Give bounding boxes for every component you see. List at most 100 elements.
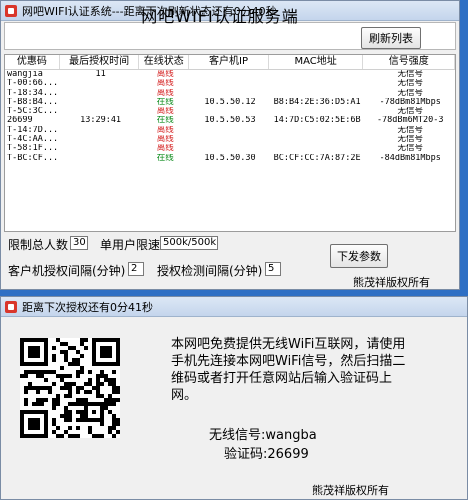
table-cell-ip: [189, 89, 269, 98]
table-cell-code: T-00:66...: [7, 79, 59, 89]
table-cell-mac: [269, 107, 364, 116]
table-cell-signal: 无信号: [397, 79, 423, 89]
send-params-button[interactable]: 下发参数: [330, 244, 388, 268]
table-cell-time: [60, 79, 140, 88]
verification-code-text: 验证码:26699: [224, 447, 309, 462]
description-text: 本网吧免费提供无线WiFi互联网，请使用手机先连接本网吧WiFi信号，然后扫描二…: [171, 337, 406, 403]
table-cell-time: [60, 154, 140, 163]
table-cell-code: T-5C:3C...: [7, 107, 59, 117]
table-cell-status: 离线: [156, 125, 174, 135]
table-cell-mac: [269, 126, 364, 135]
table-cell-ip: [189, 79, 269, 88]
table-cell-signal: 无信号: [397, 135, 423, 145]
single-limit-input[interactable]: 500k/500k: [160, 236, 218, 250]
table-cell-ip: [189, 144, 269, 153]
client-titlebar[interactable]: 距离下次授权还有0分41秒: [1, 297, 467, 317]
table-cell-time: [60, 144, 140, 153]
table-cell-status: 在线: [156, 97, 174, 107]
app-icon: [5, 300, 17, 313]
app-icon: [5, 4, 17, 17]
table-cell-ip: 10.5.50.12: [204, 97, 256, 107]
page-title: 网吧WIFI认证服务端: [141, 7, 299, 26]
table-row[interactable]: T-00:66... 离线 无信号: [5, 79, 455, 88]
table-cell-time: [60, 89, 140, 98]
table-cell-mac: [269, 70, 364, 79]
wifi-ssid-text: 无线信号:wangba: [209, 428, 317, 443]
table-cell-time: [60, 107, 140, 116]
column-header[interactable]: 优惠码: [5, 55, 60, 69]
table-cell-signal: -84dBm81Mbps: [379, 153, 441, 163]
table-cell-mac: [269, 144, 364, 153]
table-row[interactable]: T-BC:CF... 在线 10.5.50.30 BC:CF:CC:7A:87:2E -…: [5, 154, 455, 163]
table-row[interactable]: wangjia 11 离线 无信号: [5, 70, 455, 79]
table-cell-code: T-18:34...: [7, 88, 59, 98]
table-cell-code: T-58:1F...: [7, 144, 59, 154]
limit-total-label: 限制总人数: [8, 238, 69, 252]
table-row[interactable]: T-58:1F... 离线 无信号: [5, 144, 455, 153]
table-cell-signal: 无信号: [397, 144, 423, 154]
table-cell-status: 离线: [156, 88, 174, 98]
client-interval-label: 客户机授权间隔(分钟): [8, 264, 126, 278]
table-cell-status: 离线: [156, 107, 174, 117]
table-cell-code: T-14:7D...: [7, 125, 59, 135]
client-interval-input[interactable]: 2: [128, 262, 144, 276]
column-header[interactable]: 在线状态: [139, 55, 190, 69]
table-row[interactable]: T-B8:B4... 在线 10.5.50.12 B8:B4:2E:36:D5:A1 -…: [5, 98, 455, 107]
table-cell-status: 离线: [156, 144, 174, 154]
table-cell-signal: 无信号: [397, 88, 423, 98]
single-limit-label: 单用户限速: [100, 238, 161, 252]
table-cell-status: 离线: [156, 135, 174, 145]
refresh-list-button[interactable]: 刷新列表: [361, 27, 421, 49]
client-copyright: 熊茂祥版权所有: [312, 484, 389, 497]
client-table[interactable]: 优惠码 最后授权时间 在线状态 客户机IP MAC地址 信号强度 wangjia…: [4, 54, 456, 232]
table-cell-status: 在线: [156, 153, 174, 163]
table-cell-mac: [269, 79, 364, 88]
table-cell-mac: [269, 135, 364, 144]
table-cell-signal: -78dBm6MT20-3: [376, 116, 444, 126]
table-row[interactable]: T-18:34... 离线 无信号: [5, 89, 455, 98]
table-cell-time: [60, 135, 140, 144]
qr-code: [20, 338, 120, 438]
table-cell-ip: [189, 126, 269, 135]
table-cell-status: 离线: [156, 79, 174, 89]
table-row[interactable]: T-5C:3C... 离线 无信号: [5, 107, 455, 116]
column-header[interactable]: 信号强度: [363, 55, 455, 69]
table-cell-status: 离线: [156, 70, 174, 79]
table-row[interactable]: 26699 13:29:41 在线 10.5.50.53 14:7D:C5:02:5E:…: [5, 116, 455, 125]
table-cell-code: T-BC:CF...: [7, 153, 59, 163]
table-cell-ip: 10.5.50.53: [204, 116, 256, 126]
table-header: 优惠码 最后授权时间 在线状态 客户机IP MAC地址 信号强度: [5, 55, 455, 70]
check-interval-input[interactable]: 5: [265, 262, 281, 276]
table-cell-time: 13:29:41: [80, 116, 122, 126]
table-cell-code: wangjia: [7, 70, 43, 79]
table-cell-mac: BC:CF:CC:7A:87:2E: [273, 153, 361, 163]
table-cell-signal: 无信号: [397, 70, 423, 79]
table-cell-status: 在线: [156, 116, 174, 126]
client-window-title: 距离下次授权还有0分41秒: [22, 300, 153, 314]
table-cell-ip: [189, 70, 269, 79]
table-cell-mac: [269, 89, 364, 98]
table-cell-signal: 无信号: [397, 125, 423, 135]
column-header[interactable]: 客户机IP: [189, 55, 269, 69]
table-row[interactable]: T-4C:AA... 离线 无信号: [5, 135, 455, 144]
table-cell-time: [60, 98, 140, 107]
table-cell-time: [60, 126, 140, 135]
table-cell-ip: [189, 107, 269, 116]
server-copyright: 熊茂祥版权所有: [353, 276, 430, 289]
table-cell-code: T-B8:B4...: [7, 97, 59, 107]
table-cell-ip: [189, 135, 269, 144]
table-row[interactable]: T-14:7D... 离线 无信号: [5, 126, 455, 135]
table-cell-time: 11: [95, 70, 106, 79]
column-header[interactable]: 最后授权时间: [60, 55, 140, 69]
column-header[interactable]: MAC地址: [269, 55, 364, 69]
table-cell-mac: 14:7D:C5:02:5E:6B: [273, 116, 361, 126]
table-cell-ip: 10.5.50.30: [204, 153, 256, 163]
limit-total-input[interactable]: 30: [70, 236, 88, 250]
table-cell-mac: B8:B4:2E:36:D5:A1: [273, 97, 361, 107]
table-cell-signal: 无信号: [397, 107, 423, 117]
check-interval-label: 授权检测间隔(分钟): [157, 264, 263, 278]
table-cell-code: T-4C:AA...: [7, 135, 59, 145]
table-body: wangjia 11 离线 无信号 T-00:66... 离线 无信号 T-18:34... 离…: [5, 70, 455, 163]
table-cell-signal: -78dBm81Mbps: [379, 97, 441, 107]
table-cell-code: 26699: [7, 116, 33, 126]
